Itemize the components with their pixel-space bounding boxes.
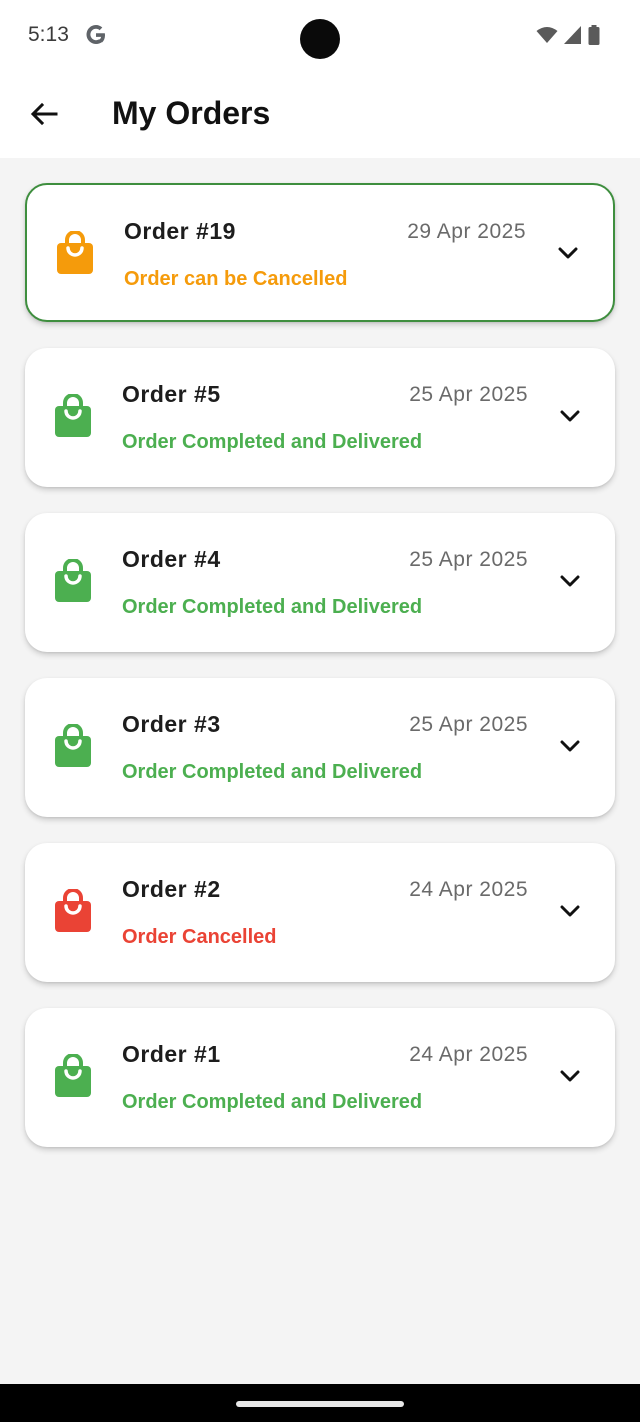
order-number: Order #1 <box>122 1041 221 1067</box>
chevron-down-icon <box>560 740 580 752</box>
order-number: Order #19 <box>124 218 236 244</box>
expand-button[interactable] <box>555 899 585 923</box>
chevron-down-icon <box>558 247 578 259</box>
system-navigation-bar <box>0 1384 640 1422</box>
google-g-icon <box>86 25 105 44</box>
order-date: 25 Apr 2025 <box>409 548 528 571</box>
shopping-bag-icon <box>55 1054 91 1097</box>
app-bar: My Orders <box>0 72 640 158</box>
cellular-signal-icon <box>564 26 581 44</box>
shopping-bag-icon <box>55 559 91 602</box>
order-date: 24 Apr 2025 <box>409 878 528 901</box>
orders-list: Order #19 29 Apr 2025 Order can be Cance… <box>25 183 615 1173</box>
shopping-bag-icon <box>55 889 91 932</box>
chevron-down-icon <box>560 575 580 587</box>
order-card[interactable]: Order #19 29 Apr 2025 Order can be Cance… <box>25 183 615 322</box>
order-number: Order #2 <box>122 876 221 902</box>
status-bar: 5:13 <box>0 0 640 72</box>
order-card[interactable]: Order #1 24 Apr 2025 Order Completed and… <box>25 1008 615 1147</box>
expand-button[interactable] <box>553 241 583 265</box>
expand-button[interactable] <box>555 1064 585 1088</box>
order-card[interactable]: Order #4 25 Apr 2025 Order Completed and… <box>25 513 615 652</box>
order-status: Order can be Cancelled <box>124 268 348 290</box>
order-card[interactable]: Order #2 24 Apr 2025 Order Cancelled <box>25 843 615 982</box>
order-status: Order Completed and Delivered <box>122 431 423 453</box>
status-icons <box>536 24 600 46</box>
expand-button[interactable] <box>555 734 585 758</box>
order-number: Order #4 <box>122 546 221 572</box>
expand-button[interactable] <box>555 404 585 428</box>
order-date: 25 Apr 2025 <box>409 713 528 736</box>
status-time: 5:13 <box>28 23 69 46</box>
order-number: Order #5 <box>122 381 221 407</box>
back-button[interactable] <box>22 92 66 136</box>
expand-button[interactable] <box>555 569 585 593</box>
wifi-icon <box>536 27 558 43</box>
order-status: Order Completed and Delivered <box>122 1091 423 1113</box>
home-gesture-handle[interactable] <box>236 1401 404 1407</box>
arrow-back-icon <box>30 102 58 126</box>
chevron-down-icon <box>560 905 580 917</box>
order-number: Order #3 <box>122 711 221 737</box>
order-date: 29 Apr 2025 <box>407 220 526 243</box>
camera-cutout <box>300 19 340 59</box>
chevron-down-icon <box>560 410 580 422</box>
order-status: Order Completed and Delivered <box>122 761 423 783</box>
order-status: Order Completed and Delivered <box>122 596 423 618</box>
chevron-down-icon <box>560 1070 580 1082</box>
shopping-bag-icon <box>57 231 93 274</box>
shopping-bag-icon <box>55 394 91 437</box>
order-date: 24 Apr 2025 <box>409 1043 528 1066</box>
page-title: My Orders <box>112 95 271 131</box>
shopping-bag-icon <box>55 724 91 767</box>
order-date: 25 Apr 2025 <box>409 383 528 406</box>
battery-icon <box>588 25 600 45</box>
order-card[interactable]: Order #5 25 Apr 2025 Order Completed and… <box>25 348 615 487</box>
order-card[interactable]: Order #3 25 Apr 2025 Order Completed and… <box>25 678 615 817</box>
order-status: Order Cancelled <box>122 926 277 948</box>
